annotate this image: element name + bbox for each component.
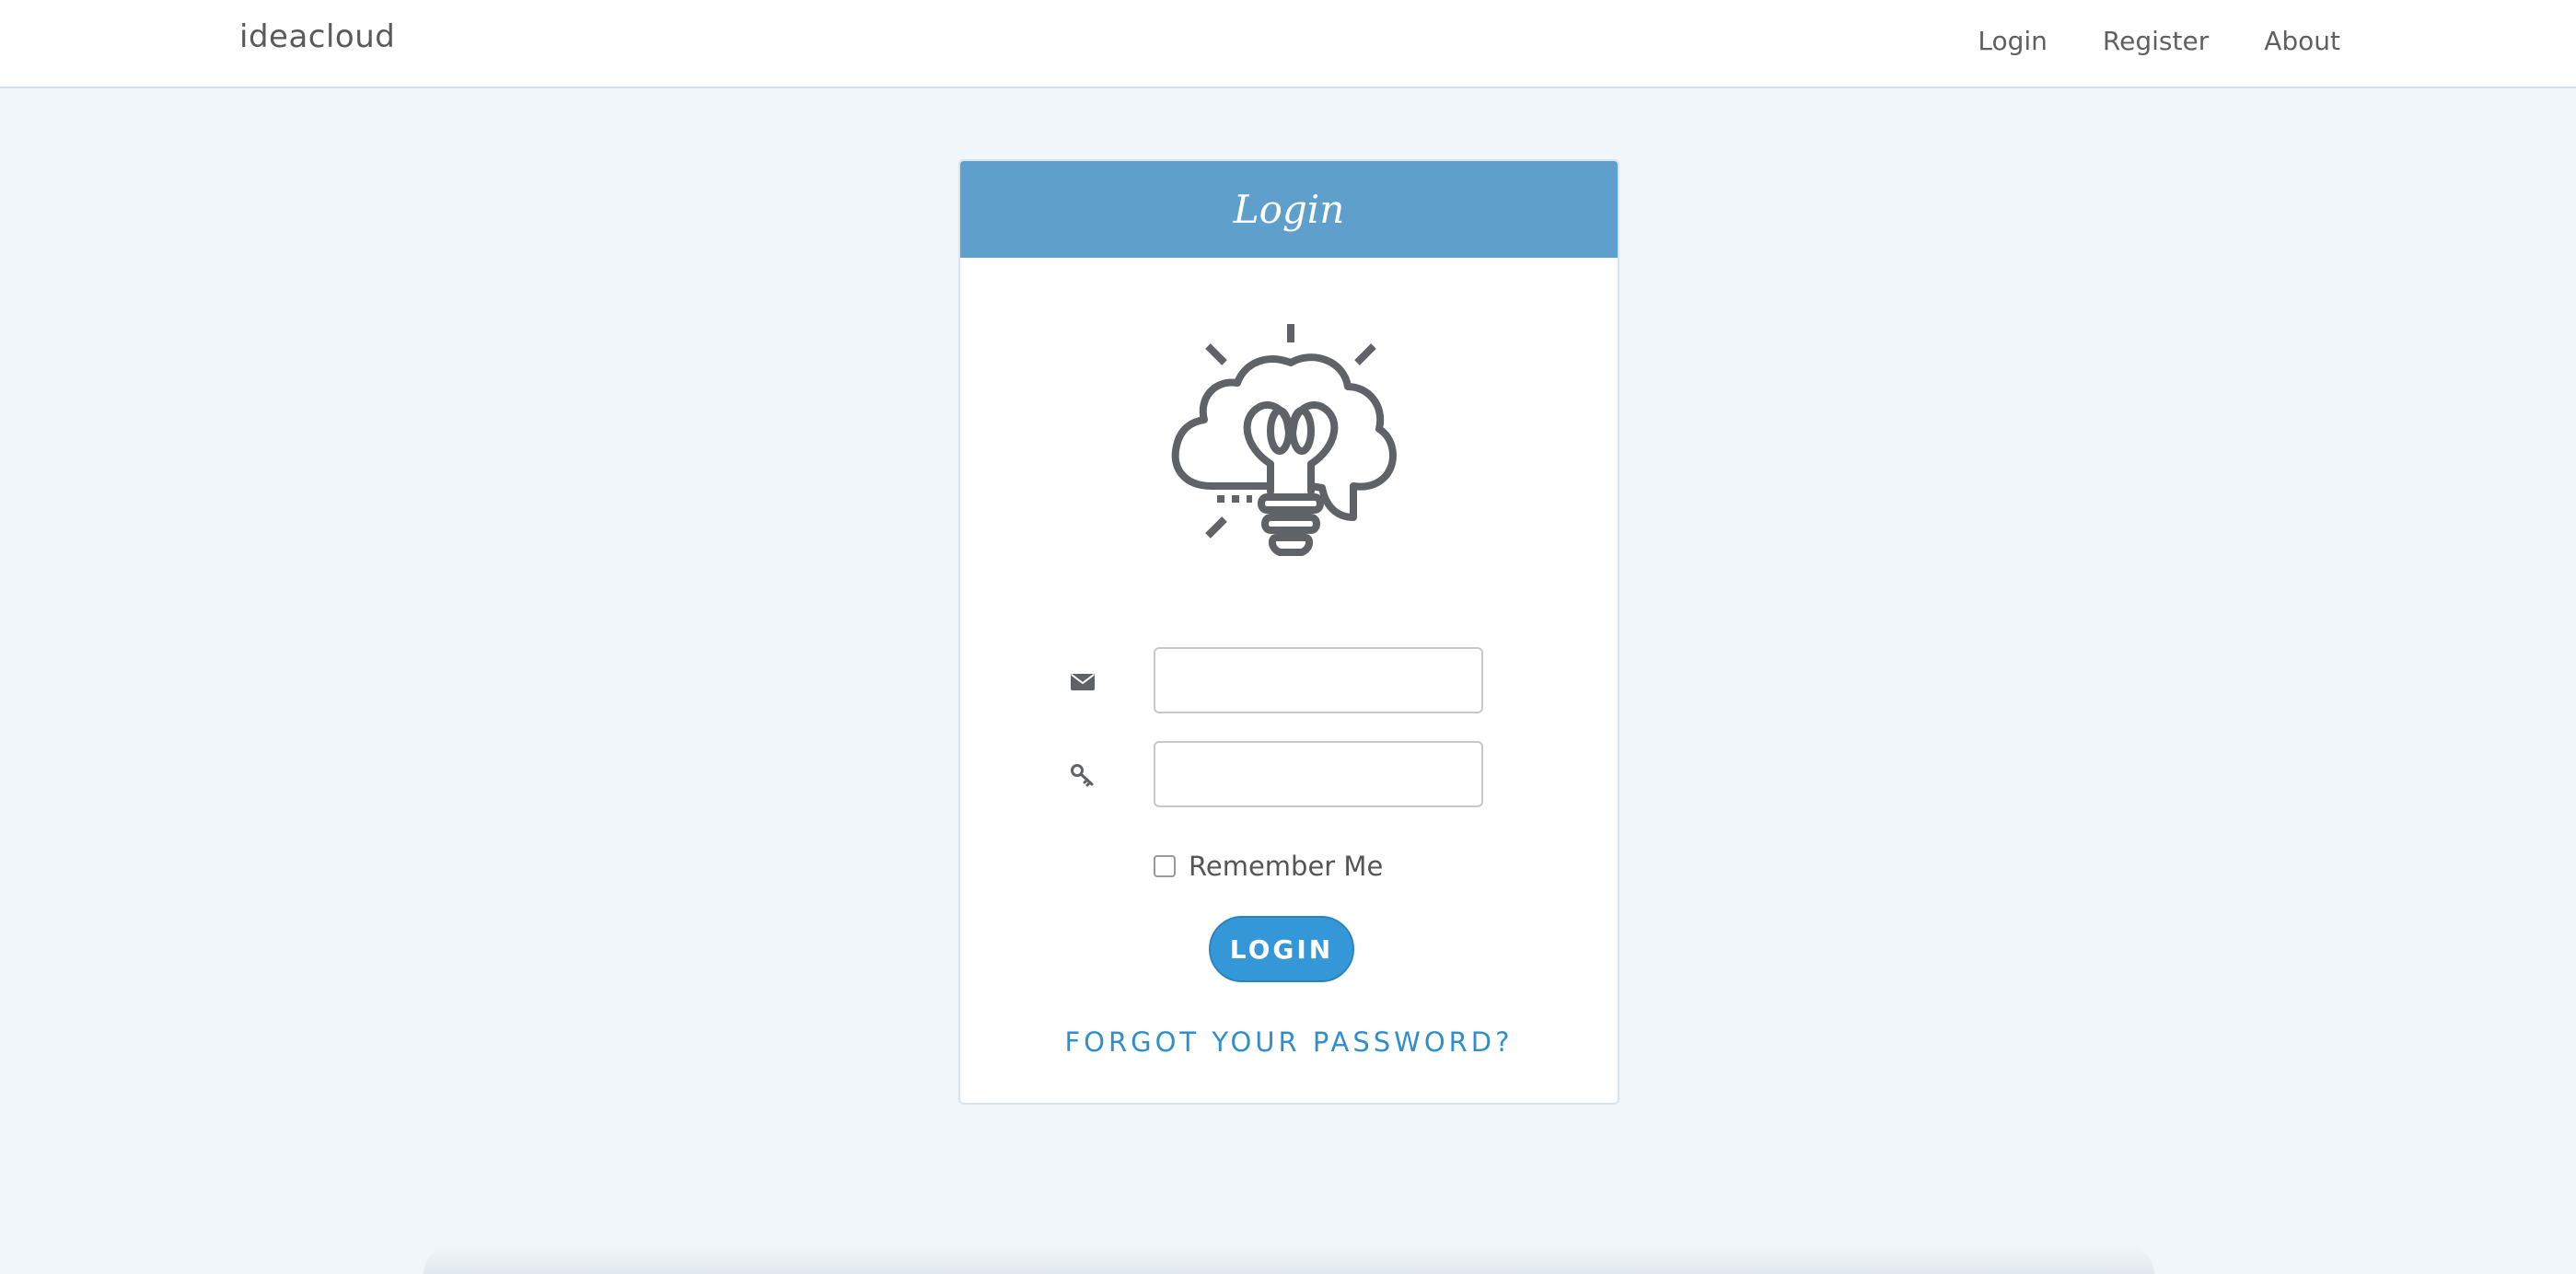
remember-me-label[interactable]: Remember Me <box>1189 851 1383 882</box>
nav-register-link[interactable]: Register <box>2103 26 2209 56</box>
envelope-icon <box>1071 674 1095 690</box>
remember-me-row: Remember Me <box>1154 851 1383 882</box>
email-row <box>960 647 1618 713</box>
password-row <box>960 741 1618 807</box>
login-card: Login Remember Me LOGIN FORGOT YOUR PASS… <box>958 159 1619 1105</box>
nav-about-link[interactable]: About <box>2264 26 2340 56</box>
key-icon <box>1071 764 1094 787</box>
remember-me-checkbox[interactable] <box>1154 855 1176 877</box>
password-field[interactable] <box>1154 741 1483 807</box>
login-button[interactable]: LOGIN <box>1209 916 1354 982</box>
nav-links: Login Register About <box>1978 26 2340 56</box>
brand-logo-link[interactable]: ideacloud <box>239 18 395 55</box>
forgot-password-link[interactable]: FORGOT YOUR PASSWORD? <box>960 1026 1618 1058</box>
footer-shadow <box>424 1245 2154 1274</box>
nav-login-link[interactable]: Login <box>1978 26 2048 56</box>
top-navbar: ideacloud Login Register About <box>0 0 2576 88</box>
login-card-title: Login <box>1233 187 1345 232</box>
login-card-header: Login <box>960 161 1618 258</box>
lightbulb-cloud-icon <box>1171 324 1397 556</box>
email-field[interactable] <box>1154 647 1483 713</box>
